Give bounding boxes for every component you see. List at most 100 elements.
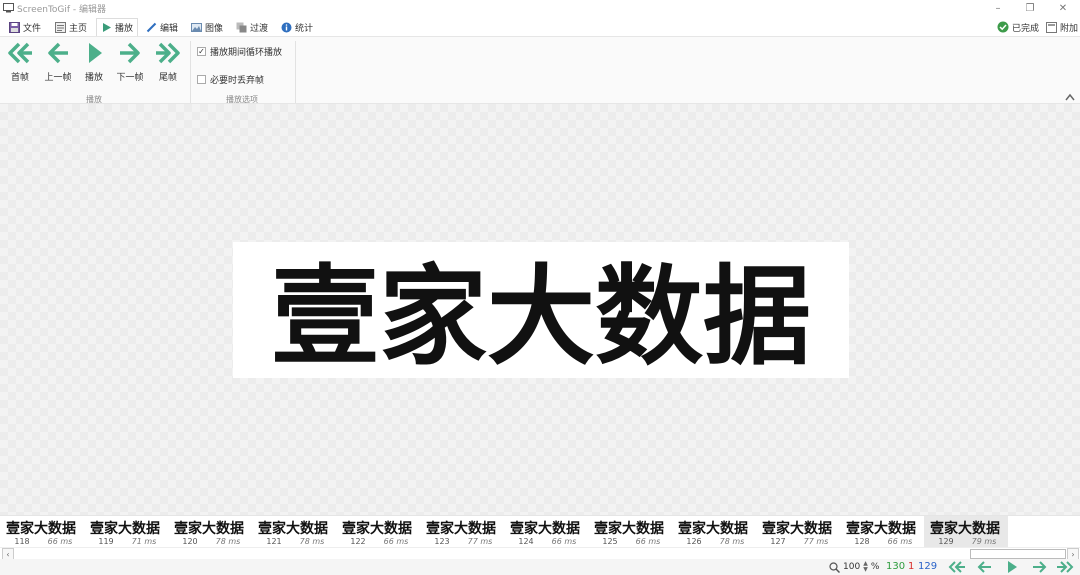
frame-thumbnail-image: 壹家大数据 bbox=[258, 520, 328, 536]
image-icon bbox=[191, 22, 202, 32]
frame-thumbnail-image: 壹家大数据 bbox=[426, 520, 496, 536]
tab-label: 播放 bbox=[115, 24, 134, 34]
zoom-value[interactable]: 100 bbox=[843, 562, 860, 572]
frame-thumbnail-image: 壹家大数据 bbox=[174, 520, 244, 536]
frame-strip: 壹家大数据 118 66 ms 壹家大数据 119 71 ms 壹家大数据 120 78 ms 壹… bbox=[0, 515, 1080, 548]
next-frame-button[interactable]: 下一帧 bbox=[112, 41, 148, 83]
frame-number: 124 bbox=[518, 537, 534, 546]
first-frame-nav-icon[interactable] bbox=[946, 560, 966, 574]
frame-number: 120 bbox=[182, 537, 198, 546]
frame-thumbnail-text: 壹家大数据 bbox=[6, 520, 76, 536]
tab-label: 过渡 bbox=[250, 23, 269, 34]
frame-delay: 66 ms bbox=[887, 537, 913, 546]
play-button[interactable]: 播放 bbox=[76, 41, 112, 83]
tab-statistics[interactable]: 统计 bbox=[277, 18, 317, 36]
done-indicator[interactable]: 已完成 bbox=[997, 18, 1039, 36]
frame-thumbnail[interactable]: 壹家大数据 128 66 ms bbox=[840, 516, 924, 548]
attach-button[interactable]: 附加 bbox=[1046, 18, 1078, 36]
group-separator bbox=[190, 41, 191, 103]
frame-count: 130 bbox=[886, 561, 906, 572]
last-frame-nav-icon[interactable] bbox=[1056, 560, 1076, 574]
frame-delay: 78 ms bbox=[215, 537, 241, 546]
frame-thumbnail[interactable]: 壹家大数据 118 66 ms bbox=[0, 516, 84, 548]
status-bar: 100 ▲ ▼ % 130 1 129 bbox=[0, 559, 1080, 575]
title-bar: ScreenToGif - 编辑器 – ❐ ✕ bbox=[0, 0, 1080, 17]
zoom-control[interactable]: 100 ▲ ▼ % bbox=[829, 561, 879, 573]
frame-thumbnail-text: 壹家大数据 bbox=[846, 520, 916, 536]
attach-icon bbox=[1046, 21, 1057, 33]
frame-thumbnail[interactable]: 壹家大数据 124 66 ms bbox=[504, 516, 588, 548]
frame-image: 壹家大数据 bbox=[271, 254, 811, 380]
loop-playback-checkbox[interactable]: ✓ 播放期间循环播放 bbox=[197, 45, 282, 58]
last-frame-button[interactable]: 尾帧 bbox=[150, 41, 186, 83]
group-separator bbox=[295, 41, 296, 103]
checkbox-box bbox=[197, 75, 206, 84]
frame-preview: 壹家大数据 bbox=[233, 242, 849, 380]
frame-thumbnail[interactable]: 壹家大数据 120 78 ms bbox=[168, 516, 252, 548]
attach-label: 附加 bbox=[1060, 23, 1079, 34]
frame-delay: 66 ms bbox=[47, 537, 73, 546]
tab-transition[interactable]: 过渡 bbox=[232, 18, 272, 36]
play-icon bbox=[103, 23, 111, 32]
tab-image[interactable]: 图像 bbox=[187, 18, 227, 36]
check-circle-icon bbox=[997, 21, 1009, 33]
button-label: 播放 bbox=[84, 73, 103, 83]
frame-number: 118 bbox=[14, 537, 30, 546]
frame-canvas: 壹家大数据 bbox=[0, 104, 1080, 515]
zoom-stepper-icon[interactable]: ▲ ▼ bbox=[863, 561, 868, 573]
minimize-button[interactable]: – bbox=[983, 0, 1013, 17]
frame-number: 122 bbox=[350, 537, 366, 546]
tab-play[interactable]: 播放 bbox=[96, 18, 139, 36]
scrollbar-thumb[interactable] bbox=[970, 549, 1066, 559]
window-title: ScreenToGif - 编辑器 bbox=[17, 5, 107, 15]
frame-thumbnail[interactable]: 壹家大数据 121 78 ms bbox=[252, 516, 336, 548]
frame-thumbnail-image: 壹家大数据 bbox=[6, 520, 76, 536]
tab-label: 文件 bbox=[23, 23, 42, 34]
frame-number: 127 bbox=[770, 537, 786, 546]
frame-delay: 66 ms bbox=[383, 537, 409, 546]
frame-thumbnail-text: 壹家大数据 bbox=[762, 520, 832, 536]
frame-delay: 66 ms bbox=[635, 537, 661, 546]
tab-home[interactable]: 主页 bbox=[51, 18, 91, 36]
selected-count: 1 bbox=[908, 561, 915, 572]
tab-edit[interactable]: 编辑 bbox=[142, 18, 182, 36]
frame-number: 128 bbox=[854, 537, 870, 546]
previous-frame-button[interactable]: 上一帧 bbox=[40, 41, 76, 83]
checkbox-box: ✓ bbox=[197, 46, 206, 56]
first-frame-button[interactable]: 首帧 bbox=[2, 41, 38, 83]
magnifier-icon bbox=[829, 561, 840, 573]
tab-file[interactable]: 文件 bbox=[5, 18, 45, 36]
save-icon bbox=[9, 21, 20, 33]
frame-number: 129 bbox=[938, 537, 954, 546]
close-button[interactable]: ✕ bbox=[1048, 0, 1078, 17]
frame-thumbnail[interactable]: 壹家大数据 119 71 ms bbox=[84, 516, 168, 548]
ribbon: 首帧 上一帧 播放 下一帧 尾帧 播放 ✓ 播放期间循环播放 必要时丢弃帧 播放… bbox=[0, 36, 1080, 104]
next-frame-nav-icon[interactable] bbox=[1030, 560, 1050, 574]
chevron-up-icon[interactable] bbox=[1064, 92, 1076, 102]
frame-thumbnail[interactable]: 壹家大数据 127 77 ms bbox=[756, 516, 840, 548]
previous-frame-nav-icon[interactable] bbox=[974, 560, 994, 574]
frame-number: 121 bbox=[266, 537, 282, 546]
pencil-icon bbox=[146, 22, 157, 32]
frame-thumbnail[interactable]: 壹家大数据 123 77 ms bbox=[420, 516, 504, 548]
frame-strip-scrollbar[interactable]: ‹ › bbox=[0, 547, 1080, 560]
frame-thumbnail[interactable]: 壹家大数据 126 78 ms bbox=[672, 516, 756, 548]
frame-thumbnail[interactable]: 壹家大数据 122 66 ms bbox=[336, 516, 420, 548]
frame-thumbnail[interactable]: 壹家大数据 129 79 ms bbox=[924, 516, 1008, 548]
frame-thumbnail-text: 壹家大数据 bbox=[174, 520, 244, 536]
play-nav-icon[interactable] bbox=[1002, 560, 1022, 574]
button-label: 下一帧 bbox=[116, 73, 144, 83]
tab-label: 主页 bbox=[69, 23, 88, 34]
frame-thumbnail-image: 壹家大数据 bbox=[342, 520, 412, 536]
frame-number: 126 bbox=[686, 537, 702, 546]
drop-frames-checkbox[interactable]: 必要时丢弃帧 bbox=[197, 73, 264, 86]
frame-thumbnail[interactable]: 壹家大数据 125 66 ms bbox=[588, 516, 672, 548]
frame-thumbnail-text: 壹家大数据 bbox=[510, 520, 580, 536]
frame-thumbnail-image: 壹家大数据 bbox=[930, 520, 1000, 536]
frame-delay: 66 ms bbox=[551, 537, 577, 546]
frame-delay: 71 ms bbox=[131, 537, 157, 546]
frame-delay: 78 ms bbox=[299, 537, 325, 546]
restore-button[interactable]: ❐ bbox=[1015, 0, 1045, 17]
frame-thumbnail-image: 壹家大数据 bbox=[678, 520, 748, 536]
done-label: 已完成 bbox=[1012, 23, 1040, 34]
